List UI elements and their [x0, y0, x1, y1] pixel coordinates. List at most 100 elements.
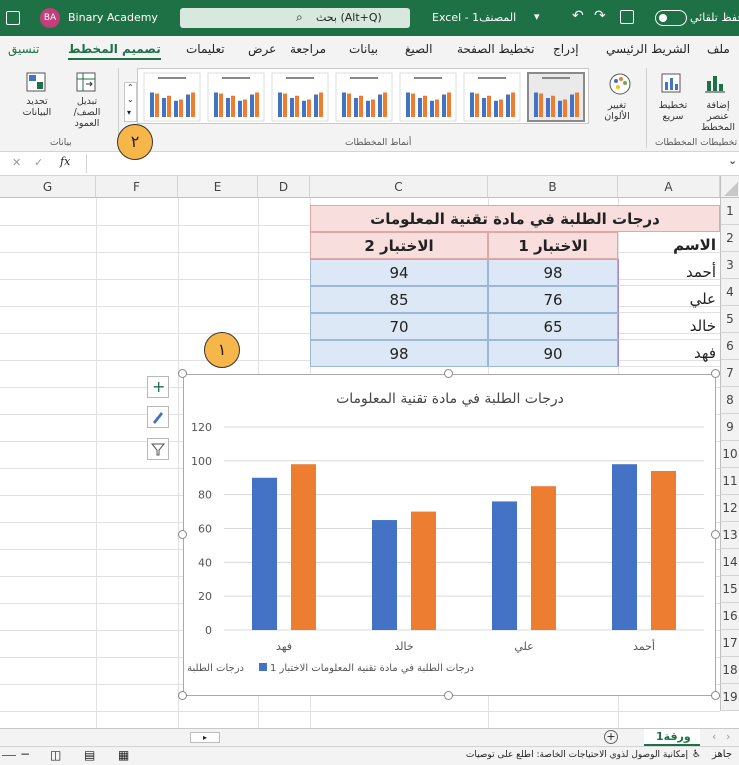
column-header-g[interactable]: G: [0, 176, 96, 198]
row-header[interactable]: 10: [720, 441, 739, 468]
chart-styles-button[interactable]: [147, 406, 169, 428]
quick-layout-label[interactable]: تخطيط سريع: [652, 100, 694, 122]
undo-icon[interactable]: ↶: [572, 8, 584, 24]
tab-home[interactable]: الشريط الرئيسي: [606, 42, 690, 56]
resize-handle[interactable]: [444, 369, 453, 378]
confirm-icon[interactable]: ✓: [34, 156, 43, 169]
quick-layout-icon[interactable]: [660, 72, 682, 94]
resize-handle[interactable]: [711, 691, 720, 700]
row-header[interactable]: 3: [720, 252, 739, 279]
student-name-cell[interactable]: أحمد: [618, 259, 720, 286]
tab-chart-design[interactable]: تصميم المخطط: [68, 42, 161, 60]
scroll-sheets-right-icon[interactable]: ›: [726, 730, 730, 743]
accessibility-icon[interactable]: ♿: [692, 749, 701, 760]
bar[interactable]: [252, 477, 277, 630]
student-name-cell[interactable]: خالد: [618, 313, 720, 340]
bar[interactable]: [531, 486, 556, 630]
add-chart-element-icon[interactable]: [704, 72, 726, 94]
column-header-b[interactable]: B: [488, 176, 618, 198]
row-header[interactable]: 11: [720, 468, 739, 495]
switch-row-column-icon[interactable]: [74, 70, 98, 94]
scroll-sheets-left-icon[interactable]: ‹: [712, 730, 716, 743]
row-header[interactable]: 4: [720, 279, 739, 306]
row-header[interactable]: 13: [720, 522, 739, 549]
gallery-scroll-down-icon[interactable]: ⌄: [127, 95, 134, 104]
account-name[interactable]: Binary Academy: [68, 11, 158, 24]
normal-view-icon[interactable]: ▦: [118, 748, 129, 762]
row-header[interactable]: 14: [720, 549, 739, 576]
gallery-scroll[interactable]: ⌃ ⌄ ▾: [124, 82, 137, 122]
tab-page-layout[interactable]: تخطيط الصفحة: [457, 42, 534, 56]
row-header[interactable]: 1: [720, 198, 739, 225]
test1-score-cell[interactable]: 76: [488, 286, 618, 313]
select-all-corner[interactable]: [720, 176, 739, 198]
resize-handle[interactable]: [444, 691, 453, 700]
formula-input[interactable]: [86, 154, 726, 173]
row-header[interactable]: 16: [720, 603, 739, 630]
chart-filters-button[interactable]: [147, 438, 169, 460]
expand-formula-icon[interactable]: ⌄: [728, 154, 737, 167]
chart-area[interactable]: درجات الطلبة في مادة تقنية المعلومات 0 20 4…: [28, 374, 717, 697]
resize-handle[interactable]: [711, 369, 720, 378]
row-header[interactable]: 5: [720, 306, 739, 333]
gallery-expand-icon[interactable]: ▾: [127, 108, 131, 117]
tab-formulas[interactable]: الصيغ: [405, 42, 432, 56]
tab-data[interactable]: بيانات: [349, 42, 378, 56]
horizontal-scrollbar[interactable]: ▸: [190, 732, 220, 743]
chart-style-thumbnail[interactable]: [463, 72, 521, 122]
row-header[interactable]: 7: [720, 360, 739, 387]
chart-style-thumbnail[interactable]: [207, 72, 265, 122]
redo-icon[interactable]: ↷: [594, 8, 606, 24]
test2-score-cell[interactable]: 98: [310, 340, 488, 367]
chart-title[interactable]: درجات الطلبة في مادة تقنية المعلومات: [336, 391, 564, 407]
test1-score-cell[interactable]: 65: [488, 313, 618, 340]
add-sheet-icon[interactable]: +: [604, 730, 618, 744]
column-header-d[interactable]: D: [258, 176, 310, 198]
change-colors-label[interactable]: تغيير الألوان: [594, 100, 640, 122]
resize-handle[interactable]: [178, 691, 187, 700]
gallery-scroll-up-icon[interactable]: ⌃: [127, 83, 134, 92]
insert-function-icon[interactable]: fx: [60, 155, 70, 168]
tab-help[interactable]: تعليمات: [186, 42, 225, 56]
test1-score-cell[interactable]: 98: [488, 259, 618, 286]
test1-header-cell[interactable]: الاختبار 1: [488, 232, 618, 259]
row-header[interactable]: 15: [720, 576, 739, 603]
row-header[interactable]: 6: [720, 333, 739, 360]
cancel-icon[interactable]: ✕: [12, 156, 21, 169]
chart-elements-button[interactable]: +: [147, 376, 169, 398]
column-header-a[interactable]: A: [618, 176, 720, 198]
customize-qat-icon[interactable]: ▾: [534, 10, 540, 23]
page-layout-view-icon[interactable]: ▤: [84, 748, 95, 762]
test2-score-cell[interactable]: 94: [310, 259, 488, 286]
search-box[interactable]: ⌕ (Alt+Q) بحث: [180, 8, 410, 28]
test2-score-cell[interactable]: 70: [310, 313, 488, 340]
student-name-cell[interactable]: فهد: [618, 340, 720, 367]
bar[interactable]: [612, 464, 637, 630]
resize-handle[interactable]: [178, 530, 187, 539]
row-header[interactable]: 8: [720, 387, 739, 414]
student-name-cell[interactable]: علي: [618, 286, 720, 313]
table-title-cell[interactable]: درجات الطلبة في مادة تقنية المعلومات: [310, 205, 720, 232]
page-break-view-icon[interactable]: ◫: [50, 748, 61, 762]
test2-header-cell[interactable]: الاختبار 2: [310, 232, 488, 259]
row-header[interactable]: 18: [720, 657, 739, 684]
select-data-icon[interactable]: [24, 70, 48, 94]
palette-icon[interactable]: [608, 72, 632, 96]
accessibility-status[interactable]: إمكانية الوصول لذوي الاحتياجات الخاصة: ا…: [456, 750, 688, 760]
chart-style-thumbnail[interactable]: [527, 72, 585, 122]
select-data-label[interactable]: تحديد البيانات: [16, 96, 58, 118]
zoom-out-icon[interactable]: −: [20, 747, 30, 761]
bar[interactable]: [291, 464, 316, 630]
chart-style-thumbnail[interactable]: [335, 72, 393, 122]
sheet-tab-1[interactable]: ورقة1: [644, 729, 700, 746]
test2-score-cell[interactable]: 85: [310, 286, 488, 313]
bar[interactable]: [492, 501, 517, 630]
chart-plot[interactable]: درجات الطلبة في مادة تقنية المعلومات 0 20 4…: [28, 375, 717, 697]
bar[interactable]: [411, 511, 436, 630]
zoom-slider[interactable]: [2, 755, 16, 756]
tab-format[interactable]: تنسيق: [8, 42, 39, 56]
column-header-c[interactable]: C: [310, 176, 488, 198]
row-header[interactable]: 12: [720, 495, 739, 522]
row-header[interactable]: 2: [720, 225, 739, 252]
add-chart-element-label[interactable]: إضافة عنصر المخطط: [697, 100, 739, 133]
